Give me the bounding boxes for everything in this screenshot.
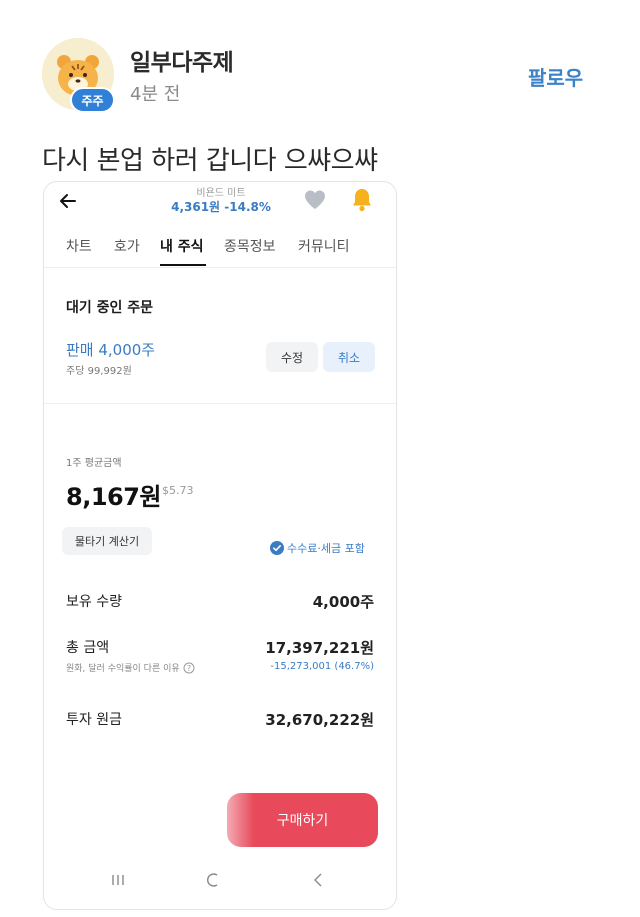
recent-apps-icon[interactable]: [110, 872, 126, 888]
return-difference-note[interactable]: 원화, 달러 수익률이 다른 이유 ?: [66, 661, 195, 674]
avatar[interactable]: 주주: [42, 38, 115, 113]
divider: [44, 403, 396, 404]
total-amount-value: 17,397,221원: [265, 639, 374, 657]
svg-text:?: ?: [187, 664, 191, 673]
info-icon[interactable]: ?: [183, 662, 195, 674]
tab-community[interactable]: 커뮤니티: [298, 236, 350, 256]
total-amount-change: -15,273,001 (46.7%): [270, 661, 374, 672]
holding-quantity-label: 보유 수량: [66, 594, 122, 610]
post-body-text: 다시 본업 하러 갑니다 으쌰으쌰: [42, 146, 378, 176]
average-price-label: 1주 평균금액: [66, 458, 122, 469]
average-price-value: 8,167원: [66, 483, 162, 511]
bell-icon[interactable]: [350, 187, 374, 213]
total-amount-label: 총 금액: [66, 640, 110, 656]
cancel-order-button[interactable]: 취소: [323, 342, 375, 372]
edit-order-button[interactable]: 수정: [266, 342, 318, 372]
fee-tax-included-note: 수수료·세금 포함: [270, 540, 365, 556]
buy-button-fade: [204, 788, 254, 852]
stock-name: 비욘드 미트: [196, 188, 246, 199]
average-price-usd: $5.73: [162, 484, 194, 497]
tab-stock-info[interactable]: 종목정보: [224, 236, 276, 256]
shareholder-badge: 주주: [70, 87, 115, 113]
follow-button[interactable]: 팔로우: [528, 62, 583, 91]
pending-order-label: 판매 4,000주: [66, 341, 156, 359]
principal-value: 32,670,222원: [265, 711, 374, 729]
stock-price-change: 4,361원 -14.8%: [171, 200, 271, 214]
tab-orderbook[interactable]: 호가: [114, 236, 140, 256]
pending-orders-title: 대기 중인 주문: [66, 300, 154, 316]
fee-note-text: 수수료·세금 포함: [287, 542, 365, 555]
active-tab-indicator: [160, 264, 206, 266]
attached-screenshot[interactable]: 비욘드 미트 4,361원 -14.8% 차트 호가 내 주식 종목정보 커뮤니…: [43, 181, 397, 910]
check-icon: [270, 541, 284, 555]
heart-icon[interactable]: [303, 189, 327, 211]
system-navigation-bar: [44, 872, 396, 902]
tab-my-stock[interactable]: 내 주식: [160, 236, 204, 256]
back-nav-icon[interactable]: [310, 872, 326, 888]
post-username[interactable]: 일부다주제: [130, 43, 234, 77]
tab-chart[interactable]: 차트: [66, 236, 92, 256]
averaging-calculator-button[interactable]: 물타기 계산기: [62, 527, 152, 555]
stock-tabs: 차트 호가 내 주식 종목정보 커뮤니티: [44, 234, 396, 268]
return-difference-text: 원화, 달러 수익률이 다른 이유: [66, 664, 180, 674]
home-icon[interactable]: [206, 872, 222, 888]
pending-order-price: 주당 99,992원: [66, 366, 132, 377]
principal-label: 투자 원금: [66, 712, 122, 728]
holding-quantity-value: 4,000주: [312, 593, 374, 611]
post-time: 4분 전: [130, 84, 181, 105]
